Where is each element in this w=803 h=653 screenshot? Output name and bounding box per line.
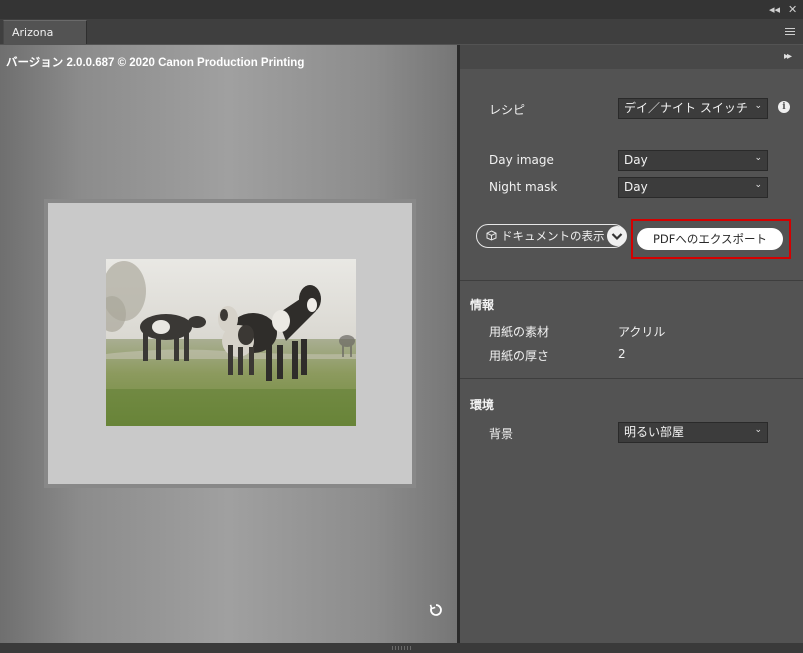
reload-icon[interactable] xyxy=(428,602,444,618)
recipe-select[interactable]: デイ／ナイト スイッチ ⌄ xyxy=(618,98,768,119)
material-value: アクリル xyxy=(618,325,666,339)
show-document-label: ドキュメントの表示 xyxy=(501,229,605,243)
recipe-label: レシピ xyxy=(489,103,526,117)
chevron-down-icon: ⌄ xyxy=(754,153,762,163)
background-label: 背景 xyxy=(489,427,514,441)
export-highlight: PDFへのエクスポート xyxy=(631,219,791,259)
chevron-down-icon: ⌄ xyxy=(754,425,762,435)
show-document-dropdown[interactable] xyxy=(607,226,627,246)
resize-grip[interactable] xyxy=(392,646,412,650)
export-pdf-button[interactable]: PDFへのエクスポート xyxy=(637,228,783,250)
divider xyxy=(460,280,803,281)
thickness-value: 2 xyxy=(618,347,626,361)
cube-icon xyxy=(486,230,497,241)
chevron-down-icon: ⌄ xyxy=(754,180,762,190)
night-mask-select[interactable]: Day ⌄ xyxy=(618,177,768,198)
collapse-panel-button[interactable]: ◂◂ xyxy=(769,3,780,16)
background-value: 明るい部屋 xyxy=(624,425,685,439)
material-label: 用紙の素材 xyxy=(489,325,550,339)
show-document-button[interactable]: ドキュメントの表示 xyxy=(476,224,626,248)
night-mask-value: Day xyxy=(624,180,648,194)
recipe-select-value: デイ／ナイト スイッチ xyxy=(624,101,748,115)
chevron-down-icon: ⌄ xyxy=(754,101,762,111)
thickness-label: 用紙の厚さ xyxy=(489,349,550,363)
expand-panel-icon[interactable]: ▸▸ xyxy=(784,51,792,62)
panel-title-bar: ◂◂ ✕ xyxy=(0,0,803,19)
chevron-down-icon xyxy=(611,233,623,241)
background-select[interactable]: 明るい部屋 ⌄ xyxy=(618,422,768,443)
preview-image xyxy=(106,259,356,426)
day-image-select[interactable]: Day ⌄ xyxy=(618,150,768,171)
tab-arizona-xpert[interactable]: Arizona Xpert xyxy=(3,20,87,62)
settings-header: ▸▸ xyxy=(460,45,803,69)
environment-section-title: 環境 xyxy=(470,398,495,412)
divider xyxy=(460,378,803,379)
tab-bar: Arizona Xpert xyxy=(0,19,803,62)
close-panel-button[interactable]: ✕ xyxy=(788,3,797,16)
info-icon[interactable]: i xyxy=(778,101,790,113)
day-image-label: Day image xyxy=(489,153,554,167)
info-section-title: 情報 xyxy=(470,298,495,312)
preview-pane: バージョン 2.0.0.687 © 2020 Canon Production … xyxy=(0,45,457,643)
settings-panel: ▸▸ レシピ デイ／ナイト スイッチ ⌄ i Day image Day ⌄ N… xyxy=(460,45,803,643)
hamburger-icon[interactable] xyxy=(785,28,795,36)
version-label: バージョン 2.0.0.687 © 2020 Canon Production … xyxy=(6,57,305,69)
night-mask-label: Night mask xyxy=(489,180,558,194)
day-image-value: Day xyxy=(624,153,648,167)
